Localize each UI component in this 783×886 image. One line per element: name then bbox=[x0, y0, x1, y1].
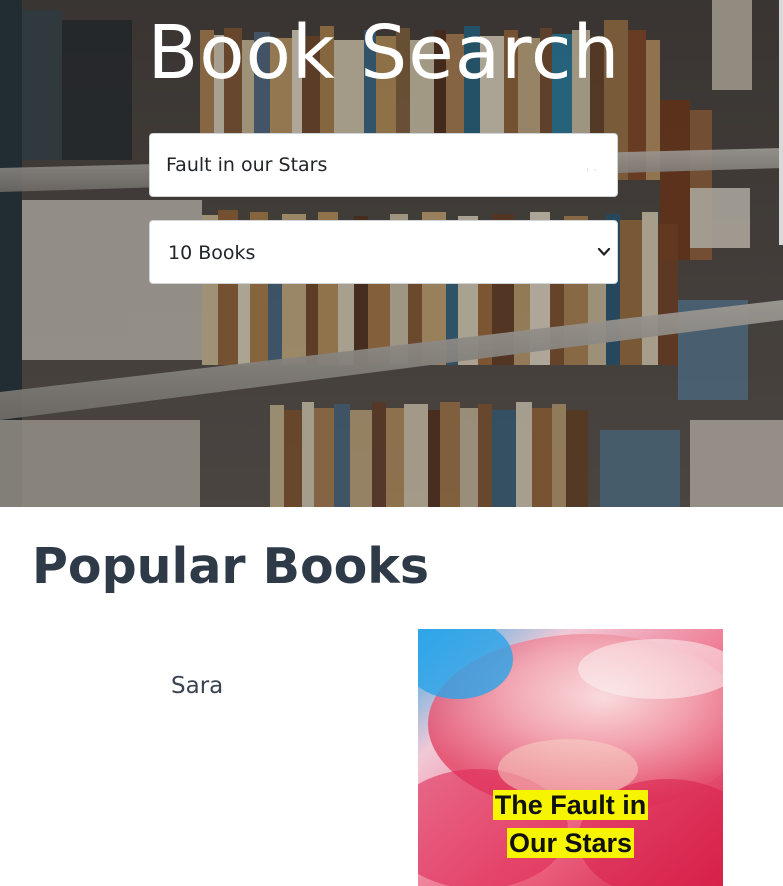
book-cover-image[interactable]: The Fault in Our Stars bbox=[418, 629, 723, 886]
book-count-selected-value: 10 Books bbox=[168, 242, 256, 264]
page-title: Book Search bbox=[147, 10, 621, 96]
page: Book Search · · 10 Books Popular Books S… bbox=[0, 0, 783, 886]
chevron-down-icon bbox=[597, 247, 611, 256]
book-count-select[interactable]: 10 Books bbox=[149, 220, 618, 284]
cover-title-line1: The Fault in bbox=[492, 790, 649, 820]
book-cover-title: The Fault in Our Stars bbox=[418, 786, 723, 862]
scrollbar-thumb[interactable] bbox=[779, 0, 783, 245]
search-input[interactable] bbox=[149, 133, 618, 197]
popular-books-heading: Popular Books bbox=[32, 538, 430, 595]
hero-banner: Book Search · · 10 Books bbox=[0, 0, 783, 507]
input-autofill-indicator: · · bbox=[586, 166, 598, 176]
cover-title-line2: Our Stars bbox=[506, 828, 635, 858]
book-author: Sara bbox=[171, 673, 224, 699]
